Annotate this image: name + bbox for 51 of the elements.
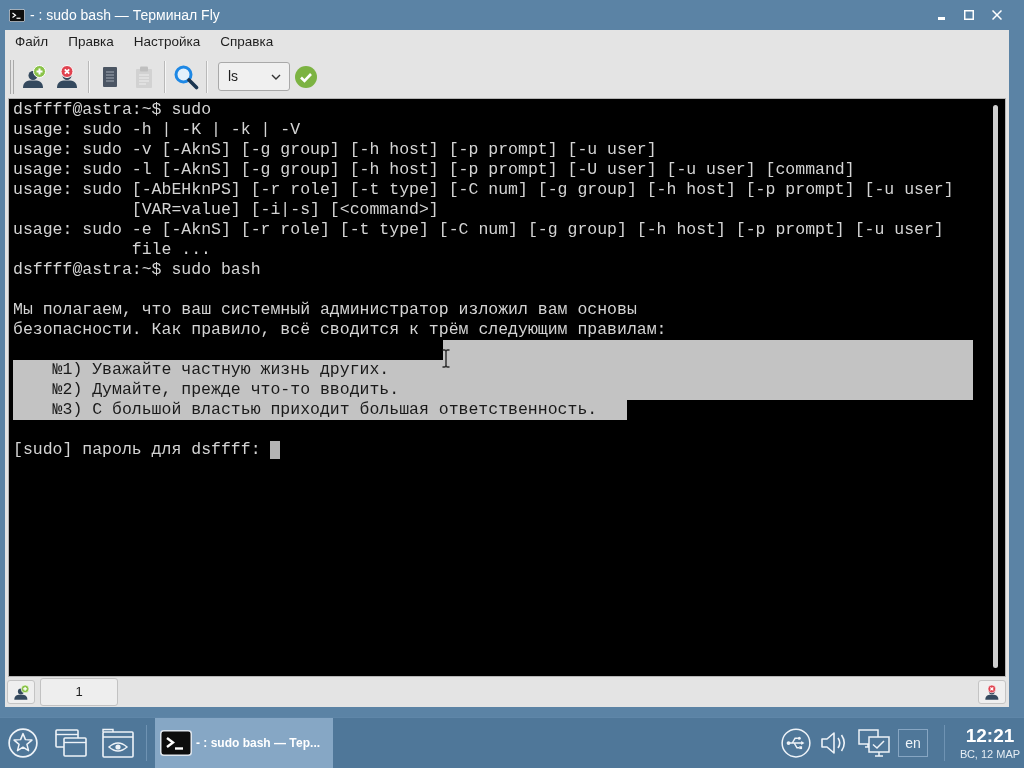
file-manager-button[interactable] [102, 728, 134, 758]
keyboard-layout-indicator[interactable]: en [898, 729, 928, 757]
terminal-line: usage: sudo -h | -K | -k | -V [13, 120, 301, 140]
minimize-icon [937, 16, 945, 20]
show-windows-button[interactable] [55, 729, 87, 757]
user-add-icon [12, 683, 30, 701]
window-eye-icon [102, 728, 134, 758]
terminal-line: usage: sudo -v [-AknS] [-g group] [-h host] [-p prompt] [-u user] [13, 140, 657, 160]
terminal-line: dsffff@astra:~$ sudo [13, 100, 212, 120]
terminal-line: usage: sudo -e [-AknS] [-r role] [-t type] [-C num] [-g group] [-h host] [-p prompt] [-u user] [13, 220, 944, 240]
ibeam-pointer-icon [442, 349, 450, 368]
terminal-line: Мы полагаем, что ваш системный администратор изложил вам основы [13, 300, 637, 320]
clock-date: ВС, 12 МАР [959, 747, 1021, 761]
terminal-icon [160, 730, 192, 756]
terminal-icon [9, 8, 25, 22]
session-tab[interactable]: 1 [40, 678, 118, 706]
network-monitor-icon[interactable] [858, 728, 890, 758]
terminal-line: №1) Уважайте частную жизнь других. [52, 360, 390, 380]
terminal-line: usage: sudo -l [-AknS] [-g group] [-h host] [-p prompt] [-U user] [-u user] [command] [13, 160, 855, 180]
start-menu-button[interactable] [8, 728, 38, 758]
close-tab-button[interactable] [978, 680, 1006, 704]
menu-item[interactable]: Настройка [123, 30, 211, 55]
usb-icon[interactable] [781, 728, 811, 758]
star-circle-icon [8, 728, 38, 758]
command-combobox[interactable]: ls [218, 62, 290, 91]
new-tab-button[interactable] [7, 680, 35, 704]
search-icon [173, 63, 199, 90]
user-add-icon [21, 63, 47, 90]
close-icon [992, 10, 1002, 20]
terminal-line: [sudo] пароль для dsffff: [13, 440, 261, 460]
menu-item[interactable]: Справка [210, 30, 284, 55]
menu-item[interactable]: Файл [5, 30, 59, 55]
maximize-icon [964, 10, 974, 20]
menu-item[interactable]: Правка [58, 30, 124, 55]
scrollbar-thumb[interactable] [993, 105, 998, 668]
user-remove-icon [983, 683, 1001, 701]
clock-time: 12:21 [965, 725, 1015, 747]
terminal-line: file ... [131, 240, 212, 260]
windows-icon [55, 729, 87, 757]
window-title: - : sudo bash — Терминал Fly [30, 5, 220, 25]
terminal-line: №2) Думайте, прежде что-то вводить. [52, 380, 400, 400]
terminal-line: usage: sudo [-AbEHknPS] [-r role] [-t type] [-C num] [-g group] [-h host] [-p prompt] [-u user] [13, 180, 954, 200]
check-circle-icon [295, 65, 317, 88]
terminal-line: безопасности. Как правило, всё сводится к трём следующим правилам: [13, 320, 667, 340]
terminal-line: dsffff@astra:~$ sudo bash [13, 260, 261, 280]
terminal-line: №3) С большой властью приходит большая ответственность. [52, 400, 598, 420]
toolbar-grip-icon [10, 59, 14, 94]
terminal-line: [VAR=value] [-i|-s] [<command>] [131, 200, 439, 220]
caret-icon [271, 73, 281, 80]
run-button[interactable] [294, 64, 318, 89]
task-title: - : sudo bash — Тер... [196, 735, 321, 752]
